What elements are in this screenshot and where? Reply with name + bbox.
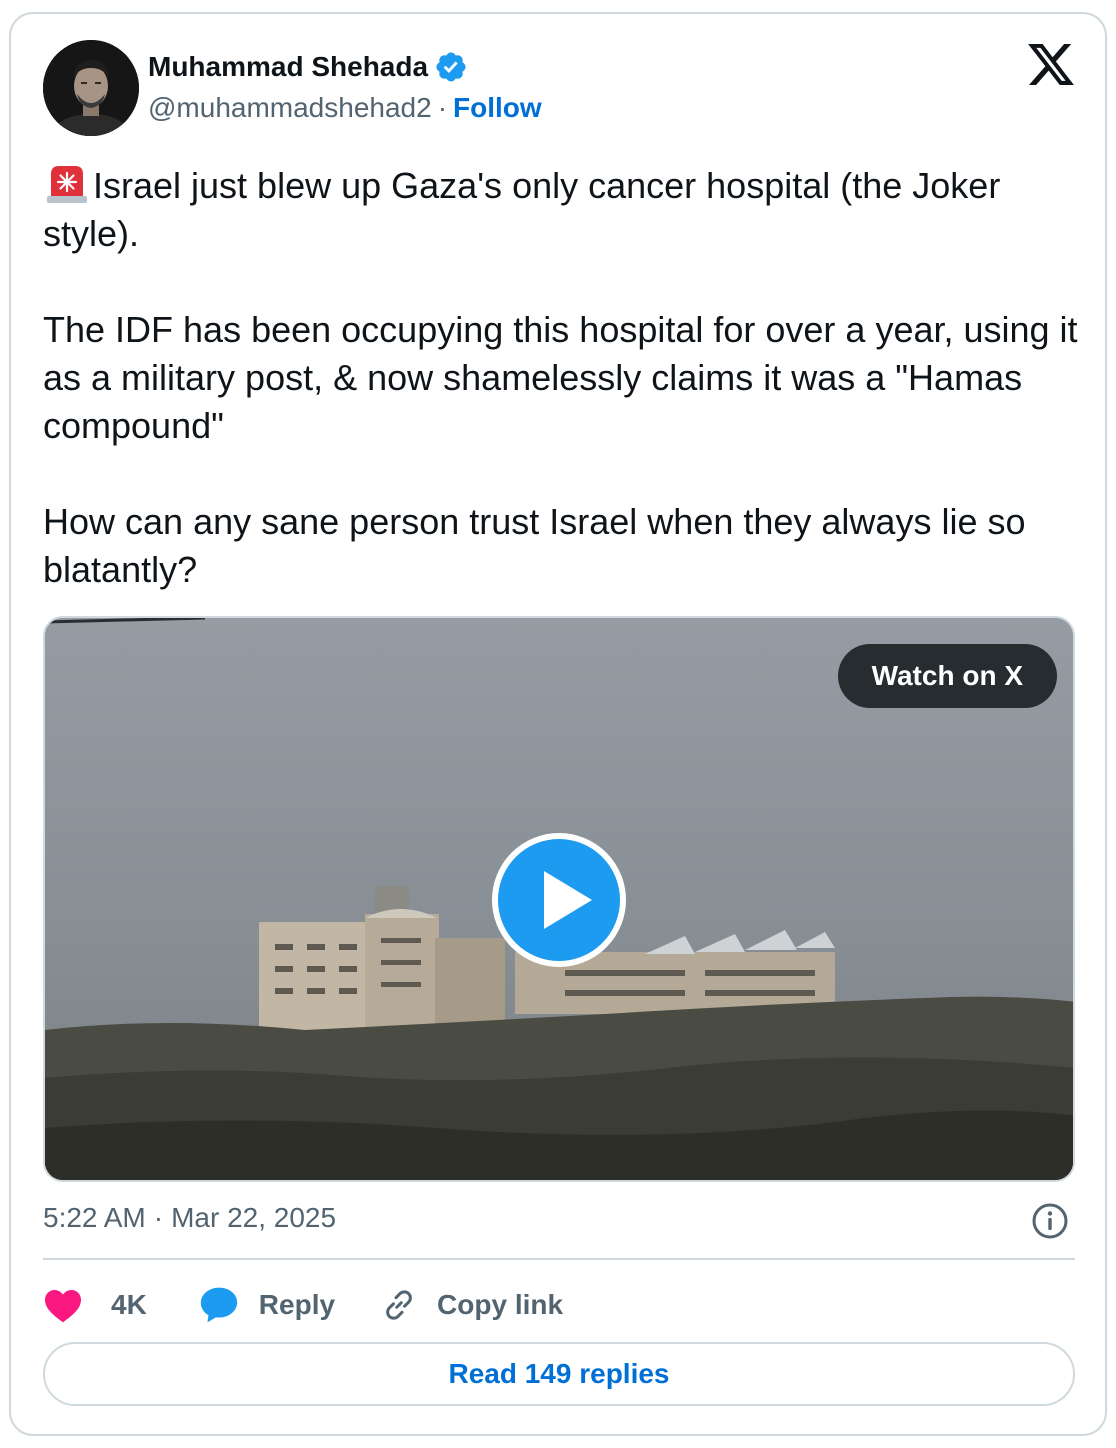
like-button[interactable]: 4K [43, 1287, 147, 1323]
tweet-text: Israel just blew up Gaza's only cancer h… [43, 162, 1083, 594]
x-logo-icon[interactable] [1028, 44, 1074, 86]
info-icon[interactable] [1030, 1201, 1070, 1241]
reply-bubble-icon [200, 1287, 237, 1323]
tweet-body: Israel just blew up Gaza's only cancer h… [43, 165, 1078, 590]
link-icon [386, 1290, 412, 1320]
action-bar: 4K Reply Copy link [43, 1280, 563, 1330]
tweet-timestamp[interactable]: 5:22 AM · Mar 22, 2025 [43, 1202, 336, 1234]
like-count: 4K [111, 1289, 147, 1320]
author-name-text[interactable]: Muhammad Shehada [148, 51, 428, 83]
author-name[interactable]: Muhammad Shehada [148, 50, 468, 84]
handle-separator: · [437, 92, 448, 123]
watch-on-x-button[interactable]: Watch on X [837, 644, 1057, 708]
heart-icon [45, 1289, 81, 1323]
video-player[interactable]: Watch on X [43, 616, 1075, 1182]
reply-label: Reply [258, 1289, 336, 1320]
tweet-card: Muhammad Shehada @muhammadshehad2 · Foll… [9, 12, 1107, 1436]
copy-link-button[interactable]: Copy link [381, 1287, 563, 1323]
follow-button[interactable]: Follow [453, 92, 542, 124]
divider [43, 1258, 1075, 1260]
verified-badge-icon [436, 52, 466, 82]
tweet-date[interactable]: Mar 22, 2025 [171, 1202, 336, 1234]
read-replies-button[interactable]: Read 149 replies [43, 1342, 1075, 1406]
copy-link-label: Copy link [437, 1289, 564, 1320]
tweet-time[interactable]: 5:22 AM [43, 1202, 146, 1234]
reply-button[interactable]: Reply [199, 1286, 335, 1324]
play-button[interactable] [492, 833, 626, 967]
avatar[interactable] [43, 40, 139, 136]
timestamp-separator: · [153, 1202, 164, 1233]
author-handle[interactable]: @muhammadshehad2 [148, 92, 432, 124]
play-icon [544, 871, 592, 929]
siren-icon [47, 166, 87, 203]
handle-row: @muhammadshehad2 · Follow [148, 92, 542, 124]
